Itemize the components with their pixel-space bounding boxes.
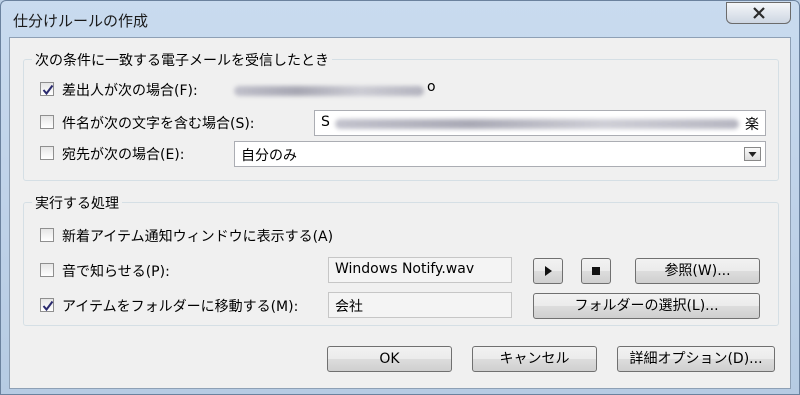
to-checkbox[interactable] xyxy=(40,146,54,160)
from-address-tail: o xyxy=(427,79,436,95)
select-folder-button[interactable]: フォルダーの選択(L)... xyxy=(533,293,760,319)
dropdown-arrow[interactable] xyxy=(744,147,761,161)
stop-button[interactable] xyxy=(581,258,611,284)
to-label: 宛先が次の場合(E): xyxy=(62,147,185,163)
dialog-title: 仕分けルールの作成 xyxy=(13,12,149,30)
sound-file-value: Windows Notify.wav xyxy=(335,261,475,277)
sound-label: 音で知らせる(P): xyxy=(62,264,170,280)
conditions-legend: 次の条件に一致する電子メールを受信したとき xyxy=(32,50,332,70)
chevron-down-icon xyxy=(748,152,757,157)
cancel-button[interactable]: キャンセル xyxy=(472,346,597,372)
to-selected-value: 自分のみ xyxy=(241,148,297,164)
checkmark-icon xyxy=(42,300,54,312)
sound-file-field[interactable]: Windows Notify.wav xyxy=(328,257,512,283)
sound-checkbox[interactable] xyxy=(40,263,54,277)
move-checkbox[interactable] xyxy=(40,298,54,312)
advanced-options-button[interactable]: 詳細オプション(D)... xyxy=(617,346,775,372)
subject-field[interactable]: S 楽 xyxy=(314,110,766,136)
actions-legend: 実行する処理 xyxy=(32,193,122,213)
subject-label: 件名が次の文字を含む場合(S): xyxy=(62,116,255,132)
subject-value-head: S xyxy=(321,114,330,130)
close-button[interactable] xyxy=(726,2,791,24)
subject-value-tail: 楽 xyxy=(745,117,759,133)
from-address-redacted xyxy=(234,86,424,96)
dialog-body: 次の条件に一致する電子メールを受信したとき 差出人が次の場合(F): o 件名が… xyxy=(9,37,791,389)
checkmark-icon xyxy=(42,84,54,96)
folder-field[interactable]: 会社 xyxy=(328,292,512,318)
from-checkbox[interactable] xyxy=(40,82,54,96)
subject-text-redacted xyxy=(335,119,739,129)
actions-group: 実行する処理 新着アイテム通知ウィンドウに表示する(A) 音で知らせる(P): … xyxy=(23,193,779,326)
notify-label: 新着アイテム通知ウィンドウに表示する(A) xyxy=(62,229,334,245)
folder-value: 会社 xyxy=(335,299,363,315)
move-label: アイテムをフォルダーに移動する(M): xyxy=(62,299,299,315)
conditions-group: 次の条件に一致する電子メールを受信したとき 差出人が次の場合(F): o 件名が… xyxy=(23,50,779,181)
title-bar[interactable]: 仕分けルールの作成 xyxy=(1,1,799,37)
from-label: 差出人が次の場合(F): xyxy=(62,83,198,99)
to-dropdown[interactable]: 自分のみ xyxy=(234,141,766,167)
notify-checkbox[interactable] xyxy=(40,228,54,242)
stop-icon xyxy=(592,267,600,275)
rule-dialog-window: 仕分けルールの作成 次の条件に一致する電子メールを受信したとき 差出人が次の場合… xyxy=(0,0,800,395)
close-icon xyxy=(753,7,765,19)
subject-checkbox[interactable] xyxy=(40,115,54,129)
play-button[interactable] xyxy=(533,258,563,284)
play-icon xyxy=(545,266,552,276)
ok-button[interactable]: OK xyxy=(327,346,452,372)
browse-sound-button[interactable]: 参照(W)... xyxy=(635,258,760,284)
